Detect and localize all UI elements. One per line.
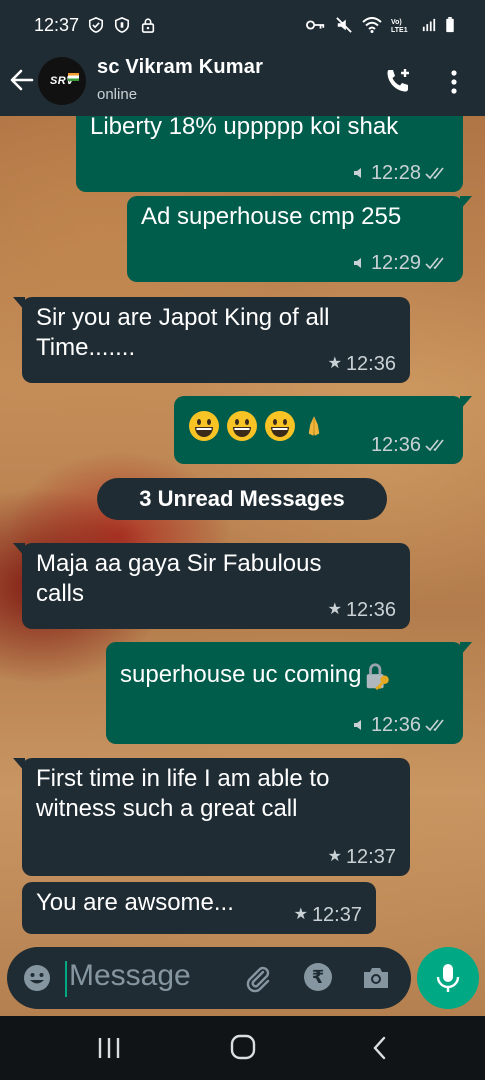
bubble-tail	[13, 297, 25, 311]
message-meta: ★ 12:36	[328, 349, 396, 379]
lock-icon	[141, 18, 155, 33]
message-time: 12:29	[370, 252, 421, 274]
message-text: You are awsome...	[36, 889, 234, 916]
star-icon: ★	[327, 355, 342, 372]
status-time: 12:37	[34, 14, 80, 35]
message-text: First time in life I am able to witness …	[36, 765, 330, 822]
bubble-tail	[13, 758, 25, 772]
emoji-icon[interactable]	[23, 964, 51, 992]
volte-icon: Vo)LTE1	[391, 19, 408, 33]
attach-icon[interactable]	[243, 963, 273, 993]
home-icon[interactable]	[230, 1034, 256, 1060]
message-bubble-outgoing[interactable]: Ad superhouse cmp 255 12:29	[127, 196, 472, 282]
message-bubble-outgoing[interactable]: superhouse uc coming 12:36	[106, 642, 472, 744]
message-bubble-outgoing[interactable]: Liberty 18% uppppp koi shak 12:28	[76, 116, 463, 192]
message-time: 12:37	[311, 904, 362, 926]
bubble-tail	[13, 543, 25, 557]
more-options-icon[interactable]	[446, 68, 462, 96]
message-meta: ★ 12:37	[294, 900, 362, 930]
add-call-icon[interactable]	[383, 66, 413, 96]
contact-status: online	[97, 86, 138, 103]
message-meta: 12:36	[353, 710, 449, 740]
message-text: superhouse uc coming	[120, 661, 362, 688]
svg-text:Vo): Vo)	[391, 19, 402, 26]
microphone-icon	[436, 964, 460, 992]
nav-back-icon[interactable]	[370, 1036, 390, 1060]
message-text: Maja aa gaya Sir Fabulous calls	[36, 550, 322, 607]
camera-icon[interactable]	[361, 963, 391, 993]
grinning-face-emoji	[189, 411, 219, 441]
star-icon: ★	[327, 848, 342, 865]
mic-icon	[353, 258, 361, 268]
flag-icon	[68, 73, 79, 81]
avatar[interactable]: SRV	[38, 57, 86, 105]
chat-header: SRV sc Vikram Kumar online	[0, 50, 485, 116]
message-meta: 12:29	[353, 248, 449, 278]
back-arrow-icon[interactable]	[8, 66, 36, 94]
folded-hands-emoji	[308, 416, 320, 436]
message-input[interactable]: Message	[69, 959, 191, 993]
message-meta: 12:36	[371, 430, 449, 460]
message-time: 12:36	[345, 599, 396, 621]
locked-with-key-emoji	[367, 663, 390, 690]
svg-text:LTE1: LTE1	[391, 27, 408, 33]
grinning-face-emoji	[227, 411, 257, 441]
message-meta: 12:28	[353, 158, 449, 188]
grinning-face-emoji	[265, 411, 295, 441]
message-bubble-incoming[interactable]: First time in life I am able to witness …	[13, 758, 410, 876]
chat-background: Liberty 18% uppppp koi shak 12:28 Ad sup…	[0, 116, 485, 1016]
system-navigation-bar	[0, 1016, 485, 1080]
text-cursor	[65, 961, 67, 997]
key-icon	[306, 20, 325, 30]
bubble-tail	[460, 196, 472, 210]
message-text: Liberty 18% uppppp koi shak	[90, 116, 399, 140]
double-tick-icon	[425, 719, 444, 732]
status-bar: 12:37 Vo) LTE1	[0, 0, 485, 50]
signal-icon	[422, 18, 436, 32]
message-bubble-incoming[interactable]: Sir you are Japot King of all Time......…	[13, 297, 410, 383]
message-meta: ★ 12:37	[328, 842, 396, 872]
message-meta: ★ 12:36	[328, 595, 396, 625]
message-composer: Message ₹	[7, 947, 411, 1009]
message-text: Sir you are Japot King of all Time......…	[36, 304, 330, 361]
double-tick-icon	[425, 167, 444, 180]
contact-name[interactable]: sc Vikram Kumar	[97, 56, 263, 79]
message-time: 12:36	[370, 714, 421, 736]
message-time: 12:36	[370, 434, 421, 456]
double-tick-icon	[425, 257, 444, 270]
mic-icon	[353, 720, 361, 730]
mic-icon	[353, 168, 361, 178]
mute-icon	[336, 17, 352, 33]
battery-icon	[446, 17, 454, 33]
payment-icon[interactable]: ₹	[304, 963, 332, 991]
message-text: Ad superhouse cmp 255	[141, 203, 402, 230]
star-icon: ★	[293, 906, 308, 923]
double-tick-icon	[425, 439, 444, 452]
star-icon: ★	[327, 601, 342, 618]
message-bubble-outgoing[interactable]: 12:36	[174, 396, 472, 464]
message-bubble-incoming[interactable]: Maja aa gaya Sir Fabulous calls ★ 12:36	[13, 543, 410, 629]
message-time: 12:37	[345, 846, 396, 868]
voice-record-button[interactable]	[417, 947, 479, 1009]
recent-apps-icon[interactable]	[96, 1036, 122, 1060]
shield-icon	[89, 17, 104, 33]
bubble-tail	[460, 642, 472, 656]
message-bubble-incoming[interactable]: You are awsome... ★ 12:37	[22, 882, 376, 934]
bubble-tail	[460, 396, 472, 410]
message-time: 12:36	[345, 353, 396, 375]
unread-messages-banner: 3 Unread Messages	[97, 478, 387, 520]
message-time: 12:28	[370, 162, 421, 184]
security-icon	[115, 17, 130, 33]
wifi-icon	[362, 17, 382, 33]
